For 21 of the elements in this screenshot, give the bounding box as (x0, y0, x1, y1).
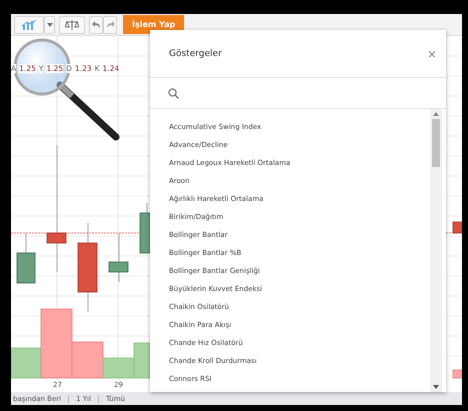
scroll-up-icon[interactable] (433, 112, 439, 116)
scale-button[interactable] (59, 16, 85, 34)
chart-icon (22, 20, 36, 30)
redo-button[interactable] (103, 16, 117, 34)
candlestick (452, 222, 462, 234)
dialog-title: Göstergeler (169, 48, 222, 58)
scroll-down-icon[interactable] (433, 385, 439, 389)
candlestick (108, 232, 128, 282)
chart-type-button[interactable] (14, 16, 44, 34)
close-button[interactable]: × (428, 46, 436, 60)
caret-icon (46, 22, 52, 26)
candlestick (140, 202, 150, 254)
dropdown-button[interactable] (44, 16, 55, 34)
scale-icon (65, 20, 79, 30)
undo-icon (92, 21, 100, 28)
volume-bar (452, 370, 462, 378)
undo-button[interactable] (89, 16, 103, 34)
scrollbar-thumb[interactable] (432, 119, 440, 167)
candlestick (16, 232, 36, 284)
search-icon (168, 88, 179, 98)
redo-icon (106, 21, 114, 28)
